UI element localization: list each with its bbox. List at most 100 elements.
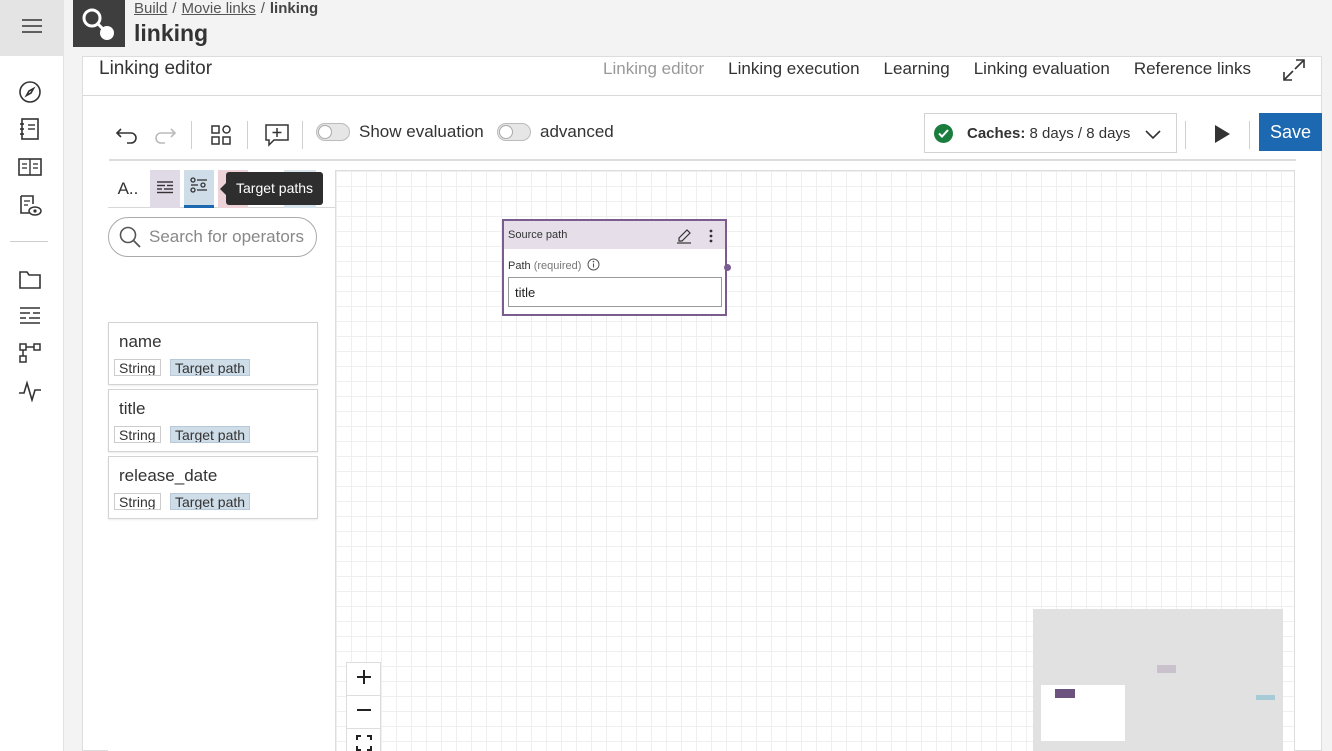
linking-icon[interactable]: [17, 303, 43, 329]
transform-icon: [156, 180, 174, 199]
zoom-controls: [346, 662, 381, 751]
operator-type-tag: String: [114, 493, 161, 510]
main-panel: Linking editor Linking editor Linking ex…: [82, 56, 1322, 751]
redo-icon[interactable]: [151, 121, 179, 149]
tab-all-operators[interactable]: A..: [108, 170, 148, 208]
node-title: Source path: [508, 229, 568, 241]
caches-dropdown[interactable]: Caches: 8 days / 8 days: [924, 113, 1177, 153]
plus-icon: [356, 669, 372, 690]
operator-type-tag: String: [114, 426, 161, 443]
list-icon[interactable]: [17, 154, 43, 180]
activity-icon[interactable]: [17, 378, 43, 404]
caches-status: Caches: 8 days / 8 days: [967, 125, 1130, 142]
workflow-icon[interactable]: [17, 340, 43, 366]
node-header: Source path: [504, 221, 725, 249]
minimap-node: [1256, 695, 1275, 700]
path-input[interactable]: [508, 277, 722, 307]
operator-sidebar: A.. name String Target path: [108, 170, 335, 751]
breadcrumb-movie-links[interactable]: Movie links: [182, 0, 256, 17]
output-port[interactable]: [724, 264, 731, 271]
menu-icon: [21, 18, 43, 39]
operator-card[interactable]: name String Target path: [108, 322, 318, 385]
node-parameter-label: Path (required): [508, 258, 600, 274]
caches-value: 8 days / 8 days: [1029, 124, 1131, 142]
breadcrumb: Build / Movie links / linking: [134, 0, 318, 17]
operator-search[interactable]: [108, 217, 317, 257]
undo-icon[interactable]: [113, 121, 141, 149]
param-name: Path: [508, 259, 531, 272]
operator-card[interactable]: release_date String Target path: [108, 456, 318, 519]
edit-icon[interactable]: [675, 227, 693, 245]
rail-divider: [10, 241, 48, 242]
operator-kind-tag: Target path: [170, 426, 251, 443]
minimap[interactable]: [1033, 609, 1283, 751]
tab-linking-execution[interactable]: Linking execution: [716, 57, 871, 95]
tab-reference-links[interactable]: Reference links: [1122, 57, 1263, 95]
panel-title: Linking editor: [99, 58, 213, 79]
tab-transform-operators[interactable]: [150, 170, 180, 208]
page-title: linking: [134, 20, 209, 46]
toolbar-divider: [191, 121, 192, 149]
breadcrumb-build[interactable]: Build: [134, 0, 167, 17]
dataset-view-icon[interactable]: [17, 192, 43, 218]
fit-view-icon: [355, 735, 372, 751]
toolbar-underline: [109, 159, 1296, 161]
show-evaluation-toggle[interactable]: [316, 123, 350, 141]
caches-label: Caches:: [967, 124, 1026, 142]
app-header: Build / Movie links / linking linking: [64, 0, 1332, 56]
operator-type-tag: String: [114, 359, 161, 376]
target-paths-tooltip: Target paths: [219, 172, 324, 205]
operator-kind-tag: Target path: [170, 493, 251, 510]
search-icon: [119, 226, 141, 248]
info-icon[interactable]: [587, 258, 600, 274]
tab-linking-editor[interactable]: Linking editor: [591, 57, 716, 95]
panel-divider: [83, 95, 1321, 96]
add-note-icon[interactable]: [263, 121, 291, 149]
zoom-out-button[interactable]: [347, 696, 380, 729]
toggle-knob: [499, 125, 513, 139]
fit-view-button[interactable]: [347, 729, 380, 751]
advanced-toggle[interactable]: [497, 123, 531, 141]
auto-layout-icon[interactable]: [207, 121, 235, 149]
param-required: (required): [533, 259, 582, 272]
play-icon[interactable]: [1207, 119, 1237, 149]
linking-logo: [73, 0, 125, 47]
minimap-viewport: [1041, 685, 1125, 741]
show-evaluation-label: Show evaluation: [359, 122, 484, 141]
tab-learning[interactable]: Learning: [872, 57, 962, 95]
folder-icon[interactable]: [17, 266, 43, 292]
editor-canvas[interactable]: Source path Path (required): [335, 170, 1295, 751]
source-path-node[interactable]: Source path Path (required): [502, 219, 731, 316]
operator-card[interactable]: title String Target path: [108, 389, 318, 452]
search-input[interactable]: [149, 227, 309, 247]
minus-icon: [356, 702, 372, 723]
expand-icon[interactable]: [1281, 57, 1307, 83]
zoom-in-button[interactable]: [347, 663, 380, 696]
breadcrumb-separator: /: [172, 0, 177, 17]
operator-name: release_date: [119, 466, 218, 485]
notebook-icon[interactable]: [17, 116, 43, 142]
toolbar-divider: [1185, 121, 1186, 149]
tab-target-paths[interactable]: [184, 170, 214, 208]
left-rail: [0, 0, 64, 751]
save-button[interactable]: Save: [1259, 113, 1322, 151]
minimap-node: [1157, 665, 1176, 673]
editor-toolbar: Show evaluation advanced Caches: 8 days …: [109, 113, 1322, 161]
menu-button[interactable]: [0, 0, 64, 56]
operator-kind-tag: Target path: [170, 359, 251, 376]
toolbar-divider: [1249, 121, 1250, 149]
check-circle-icon: [934, 123, 953, 143]
breadcrumb-current: linking: [269, 0, 319, 17]
toolbar-divider: [302, 121, 303, 149]
explore-icon[interactable]: [17, 79, 43, 105]
operator-name: name: [119, 332, 162, 351]
chevron-down-icon: [1144, 125, 1162, 148]
operator-name: title: [119, 399, 146, 418]
panel-tabs: Linking editor Linking execution Learnin…: [591, 57, 1263, 95]
more-vert-icon[interactable]: [703, 227, 719, 245]
tab-linking-evaluation[interactable]: Linking evaluation: [962, 57, 1122, 95]
target-path-icon: [190, 177, 208, 198]
toolbar-divider: [247, 121, 248, 149]
breadcrumb-separator: /: [260, 0, 265, 17]
advanced-label: advanced: [540, 122, 614, 141]
